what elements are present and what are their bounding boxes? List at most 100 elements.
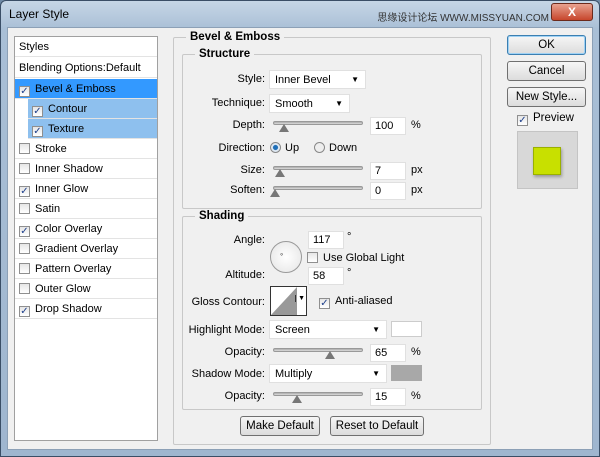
soften-input[interactable]: 0 (370, 182, 406, 200)
direction-down-radio[interactable]: Down (314, 142, 357, 154)
shadow-mode-dropdown[interactable]: Multiply ▼ (269, 364, 387, 383)
style-item-label: Drop Shadow (35, 303, 102, 315)
angle-label: Angle: (233, 234, 265, 246)
watermark: 思缘设计论坛 WWW.MISSYUAN.COM (377, 13, 549, 24)
size-slider[interactable] (273, 166, 363, 177)
direction-label: Direction: (218, 142, 265, 154)
preview-label: Preview (533, 112, 574, 124)
style-item-inner-shadow[interactable]: Inner Shadow (15, 159, 157, 179)
checkbox-checked-icon[interactable]: ✓ (32, 106, 43, 117)
preview-checkbox[interactable]: ✓ Preview (517, 112, 574, 126)
global-light-checkbox[interactable]: Use Global Light (307, 252, 404, 264)
depth-slider[interactable] (273, 121, 363, 132)
checkbox-icon[interactable] (19, 243, 30, 254)
angle-dial[interactable]: ◦ (270, 241, 302, 273)
altitude-input[interactable]: 58 (308, 267, 344, 285)
ok-button[interactable]: OK (507, 35, 586, 55)
checkbox-checked-icon[interactable]: ✓ (19, 186, 30, 197)
contour-curve-icon (271, 287, 297, 315)
shadow-opacity-unit: % (411, 390, 421, 402)
highlight-color-swatch[interactable] (391, 321, 422, 337)
down-label: Down (329, 142, 358, 154)
slider-thumb[interactable] (275, 169, 285, 177)
new-style-button[interactable]: New Style... (507, 87, 586, 107)
style-item-bevel-emboss[interactable]: ✓ Bevel & Emboss (15, 79, 157, 99)
make-default-button[interactable]: Make Default (240, 416, 320, 436)
technique-dropdown[interactable]: Smooth ▼ (269, 94, 350, 113)
style-item-label: Stroke (35, 143, 67, 155)
technique-label: Technique: (211, 97, 265, 109)
highlight-opacity-label: Opacity: (224, 346, 265, 358)
style-item-texture[interactable]: ✓ Texture (28, 119, 157, 139)
style-item-label: Satin (35, 203, 61, 215)
highlight-opacity-input[interactable]: 65 (370, 344, 406, 362)
checkbox-checked-icon[interactable]: ✓ (19, 306, 30, 317)
group-title: Bevel & Emboss (190, 31, 281, 43)
checkbox-icon[interactable] (19, 163, 30, 174)
slider-thumb[interactable] (291, 395, 302, 403)
slider-thumb[interactable] (270, 189, 280, 197)
blending-options[interactable]: Blending Options:Default (15, 58, 157, 78)
styles-header[interactable]: Styles (15, 37, 157, 57)
soften-label: Soften: (230, 184, 265, 196)
style-item-label: Gradient Overlay (35, 243, 119, 255)
checkbox-checked-icon[interactable]: ✓ (19, 226, 30, 237)
chevron-down-icon: ▼ (372, 369, 380, 378)
style-dropdown[interactable]: Inner Bevel ▼ (269, 70, 366, 89)
checkbox-icon[interactable] (19, 263, 30, 274)
cancel-button[interactable]: Cancel (507, 61, 586, 81)
anti-aliased-checkbox[interactable]: ✓ Anti-aliased (319, 295, 392, 309)
gloss-contour-picker[interactable]: ▼ (270, 286, 307, 316)
gloss-contour-label: Gloss Contour: (191, 296, 265, 308)
depth-label: Depth: (232, 119, 265, 131)
slider-thumb[interactable] (324, 351, 335, 359)
style-item-contour[interactable]: ✓ Contour (28, 99, 157, 119)
style-item-label: Outer Glow (35, 283, 91, 295)
preview-thumbnail (517, 131, 578, 189)
checkbox-checked-icon: ✓ (517, 115, 528, 126)
shading-title: Shading (199, 210, 245, 222)
shadow-opacity-input[interactable]: 15 (370, 388, 406, 406)
style-item-stroke[interactable]: Stroke (15, 139, 157, 159)
angle-input[interactable]: 117 (308, 231, 344, 249)
style-item-color-overlay[interactable]: ✓ Color Overlay (15, 219, 157, 239)
highlight-opacity-slider[interactable] (273, 348, 363, 359)
depth-unit: % (411, 119, 421, 131)
shadow-opacity-slider[interactable] (273, 392, 363, 403)
size-unit: px (411, 164, 423, 176)
anti-aliased-label: Anti-aliased (335, 295, 393, 307)
style-item-satin[interactable]: Satin (15, 199, 157, 219)
angle-indicator-icon: ◦ (280, 249, 284, 259)
preview-square (533, 147, 561, 175)
style-item-gradient-overlay[interactable]: Gradient Overlay (15, 239, 157, 259)
close-button[interactable]: X (551, 3, 593, 21)
altitude-unit: ° (347, 267, 352, 279)
style-item-outer-glow[interactable]: Outer Glow (15, 279, 157, 299)
style-item-inner-glow[interactable]: ✓ Inner Glow (15, 179, 157, 199)
size-input[interactable]: 7 (370, 162, 406, 180)
checkbox-icon[interactable] (19, 143, 30, 154)
highlight-mode-dropdown[interactable]: Screen ▼ (269, 320, 387, 339)
checkbox-checked-icon[interactable]: ✓ (19, 86, 30, 97)
direction-up-radio[interactable]: Up (270, 142, 299, 154)
style-item-drop-shadow[interactable]: ✓ Drop Shadow (15, 299, 157, 319)
soften-slider[interactable] (270, 186, 363, 197)
altitude-label: Altitude: (225, 269, 265, 281)
depth-input[interactable]: 100 (370, 117, 406, 135)
style-item-label: Inner Shadow (35, 163, 103, 175)
up-label: Up (285, 142, 300, 154)
style-item-label: Inner Glow (35, 183, 89, 195)
checkbox-icon (307, 252, 318, 263)
reset-to-default-button[interactable]: Reset to Default (330, 416, 424, 436)
style-item-label: Pattern Overlay (35, 263, 112, 275)
checkbox-icon[interactable] (19, 283, 30, 294)
styles-list: Styles Blending Options:Default ✓ Bevel &… (14, 36, 158, 441)
highlight-mode-label: Highlight Mode: (188, 324, 265, 336)
shadow-color-swatch[interactable] (391, 365, 422, 381)
slider-thumb[interactable] (279, 124, 289, 132)
checkbox-checked-icon[interactable]: ✓ (32, 126, 43, 137)
shadow-mode-value: Multiply (275, 368, 313, 380)
style-item-pattern-overlay[interactable]: Pattern Overlay (15, 259, 157, 279)
checkbox-icon[interactable] (19, 203, 30, 214)
global-light-label: Use Global Light (323, 252, 405, 264)
